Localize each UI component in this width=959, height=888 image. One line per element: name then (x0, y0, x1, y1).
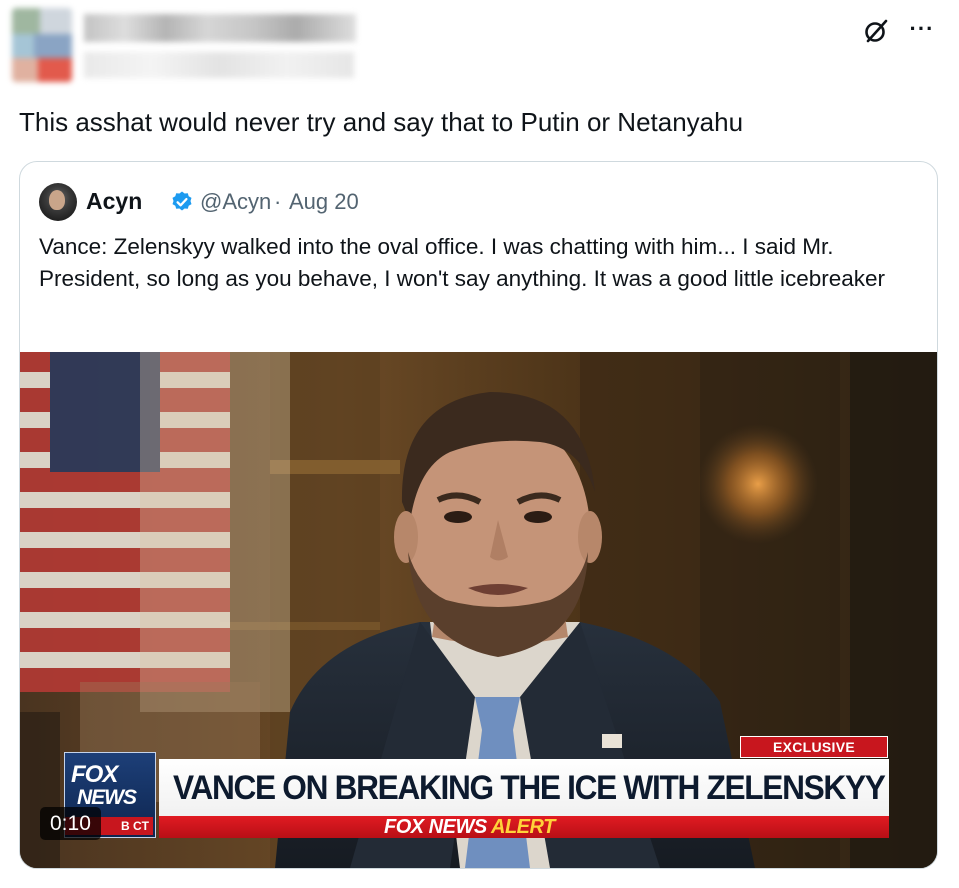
news-headline: VANCE ON BREAKING THE ICE WITH ZELENSKYY (173, 769, 886, 807)
post-header: ··· (0, 0, 959, 95)
grok-icon[interactable] (862, 17, 890, 45)
more-icon[interactable]: ··· (905, 14, 939, 44)
verified-badge-icon (172, 191, 192, 211)
quoted-author-avatar[interactable] (39, 183, 77, 221)
separator-dot: · (274, 189, 282, 214)
quoted-post-header: Acyn @Acyn · Aug 20 (39, 182, 899, 222)
quoted-post-card[interactable]: Acyn @Acyn · Aug 20 Vance: Zelenskyy wal… (19, 161, 938, 869)
alert-suffix: ALERT (491, 816, 555, 838)
exclusive-tag: EXCLUSIVE (740, 736, 888, 758)
video-player[interactable]: EXCLUSIVE VANCE ON BREAKING THE ICE WITH… (20, 352, 937, 868)
quoted-post-date[interactable]: Aug 20 (289, 189, 359, 215)
author-name-blurred[interactable] (84, 14, 356, 42)
quoted-author-name[interactable]: Acyn (86, 188, 142, 215)
author-avatar-blurred[interactable] (12, 8, 72, 82)
news-alert-bar: FOX NEWS ALERT (159, 816, 889, 838)
alert-prefix: FOX NEWS (384, 816, 487, 838)
post-text: This asshat would never try and say that… (19, 107, 744, 137)
video-duration: 0:10 (40, 807, 101, 840)
quoted-author-handle[interactable]: @Acyn (200, 189, 271, 215)
quoted-post-text: Vance: Zelenskyy walked into the oval of… (39, 234, 886, 291)
logo-top-word: FOX (71, 761, 118, 788)
author-handle-blurred[interactable] (84, 52, 354, 78)
news-alert-text: FOX NEWS ALERT (384, 816, 555, 838)
news-headline-bar: VANCE ON BREAKING THE ICE WITH ZELENSKYY (159, 759, 889, 816)
